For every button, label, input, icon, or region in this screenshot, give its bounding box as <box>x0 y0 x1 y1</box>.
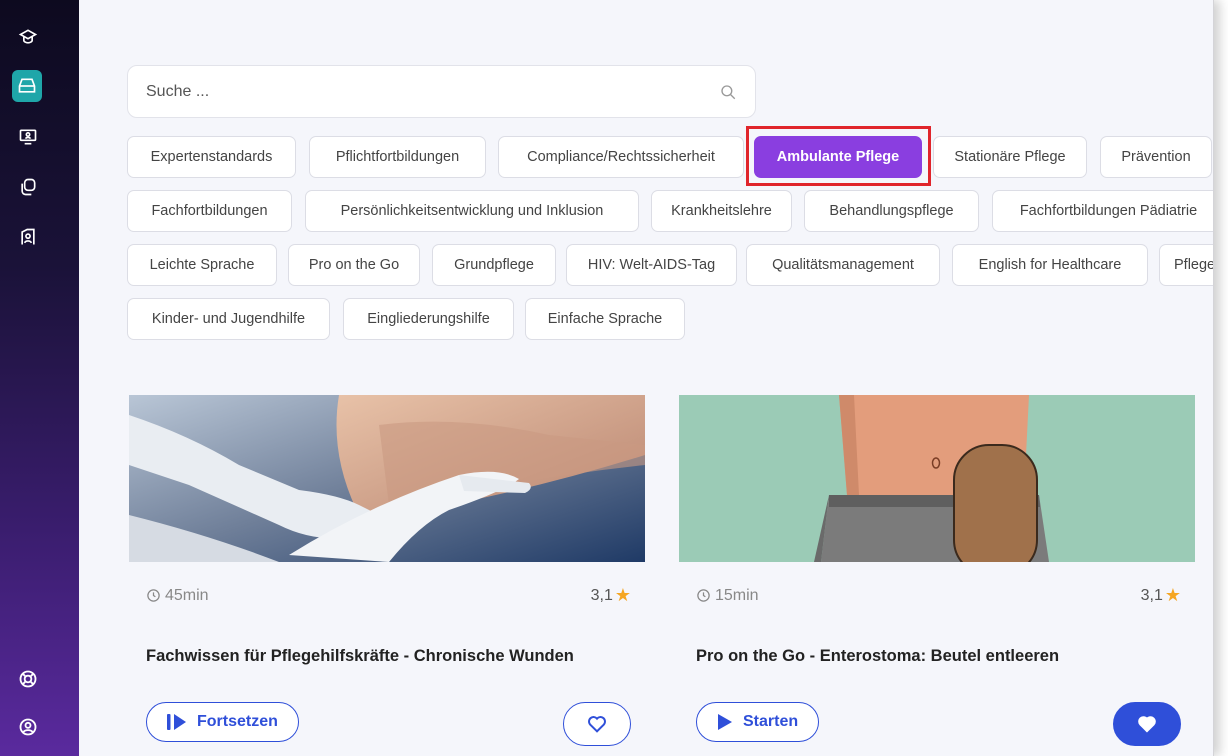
course-card[interactable]: 15min 3,1 ★ Pro on the Go - Enterostoma:… <box>679 395 1195 756</box>
continue-button[interactable]: Fortsetzen <box>146 702 299 742</box>
graduation-cap-icon[interactable] <box>13 22 43 52</box>
category-chip[interactable]: Behandlungspflege <box>804 190 979 232</box>
start-label: Starten <box>743 713 799 730</box>
category-chip[interactable]: Pflegep <box>1159 244 1213 286</box>
highlight-box <box>746 126 931 186</box>
inbox-icon[interactable] <box>12 70 42 102</box>
category-chip[interactable]: Stationäre Pflege <box>933 136 1087 178</box>
duration: 45min <box>146 585 209 606</box>
category-chip[interactable]: Einfache Sprache <box>525 298 685 340</box>
category-chip[interactable]: Pro on the Go <box>288 244 420 286</box>
star-icon: ★ <box>1164 585 1181 605</box>
clock-icon <box>147 589 160 602</box>
rating: 3,1 ★ <box>591 585 631 606</box>
lifebuoy-icon[interactable] <box>13 664 43 694</box>
category-chip[interactable]: Krankheitslehre <box>651 190 792 232</box>
presentation-icon[interactable] <box>13 122 43 152</box>
favorite-button[interactable] <box>563 702 631 746</box>
category-chip[interactable]: Eingliederungshilfe <box>343 298 514 340</box>
copy-icon[interactable] <box>13 172 43 202</box>
category-chip[interactable]: Pflichtfortbildungen <box>309 136 486 178</box>
category-chip[interactable]: Grundpflege <box>432 244 556 286</box>
search-bar <box>127 65 756 118</box>
course-thumbnail <box>129 395 645 562</box>
category-chip[interactable]: Fachfortbildungen <box>127 190 292 232</box>
rating: 3,1 ★ <box>1141 585 1181 606</box>
category-chip[interactable]: Fachfortbildungen Pädiatrie <box>992 190 1213 232</box>
course-title: Fachwissen für Pflegehilfskräfte - Chron… <box>146 647 574 665</box>
heart-icon <box>1138 716 1156 733</box>
user-settings-icon[interactable] <box>13 222 43 252</box>
category-chip[interactable]: Leichte Sprache <box>127 244 277 286</box>
continue-label: Fortsetzen <box>197 713 278 730</box>
search-input[interactable] <box>146 82 719 101</box>
clock-icon <box>697 589 710 602</box>
duration: 15min <box>696 585 759 606</box>
course-title: Pro on the Go - Enterostoma: Beutel entl… <box>696 647 1060 665</box>
category-chip[interactable]: Qualitätsmanagement <box>746 244 940 286</box>
rating-value: 3,1 <box>590 586 613 604</box>
category-chip[interactable]: Compliance/Rechtssicherheit <box>498 136 744 178</box>
heart-icon <box>588 716 606 733</box>
category-chip[interactable]: Expertenstandards <box>127 136 296 178</box>
course-meta: 45min 3,1 ★ <box>146 585 631 606</box>
category-chip[interactable]: HIV: Welt-AIDS-Tag <box>566 244 737 286</box>
play-icon <box>718 714 732 730</box>
category-chip[interactable]: Kinder- und Jugendhilfe <box>127 298 330 340</box>
rating-value: 3,1 <box>1140 586 1163 604</box>
duration-value: 15min <box>715 586 759 604</box>
sidebar <box>0 0 79 756</box>
search-icon[interactable] <box>719 83 737 101</box>
course-meta: 15min 3,1 ★ <box>696 585 1181 606</box>
star-icon: ★ <box>614 585 631 605</box>
user-circle-icon[interactable] <box>13 712 43 742</box>
favorite-button[interactable] <box>1113 702 1181 746</box>
category-chip[interactable]: Prävention <box>1100 136 1212 178</box>
resume-icon <box>167 714 186 730</box>
category-chip[interactable]: Persönlichkeitsentwicklung und Inklusion <box>305 190 639 232</box>
start-button[interactable]: Starten <box>696 702 820 742</box>
app-window: Expertenstandards Pflichtfortbildungen C… <box>0 0 1214 756</box>
course-card[interactable]: 45min 3,1 ★ Fachwissen für Pflegehilfskr… <box>129 395 645 756</box>
main-content: Expertenstandards Pflichtfortbildungen C… <box>79 0 1213 756</box>
course-thumbnail <box>679 395 1195 562</box>
category-chip[interactable]: English for Healthcare <box>952 244 1148 286</box>
duration-value: 45min <box>165 586 209 604</box>
